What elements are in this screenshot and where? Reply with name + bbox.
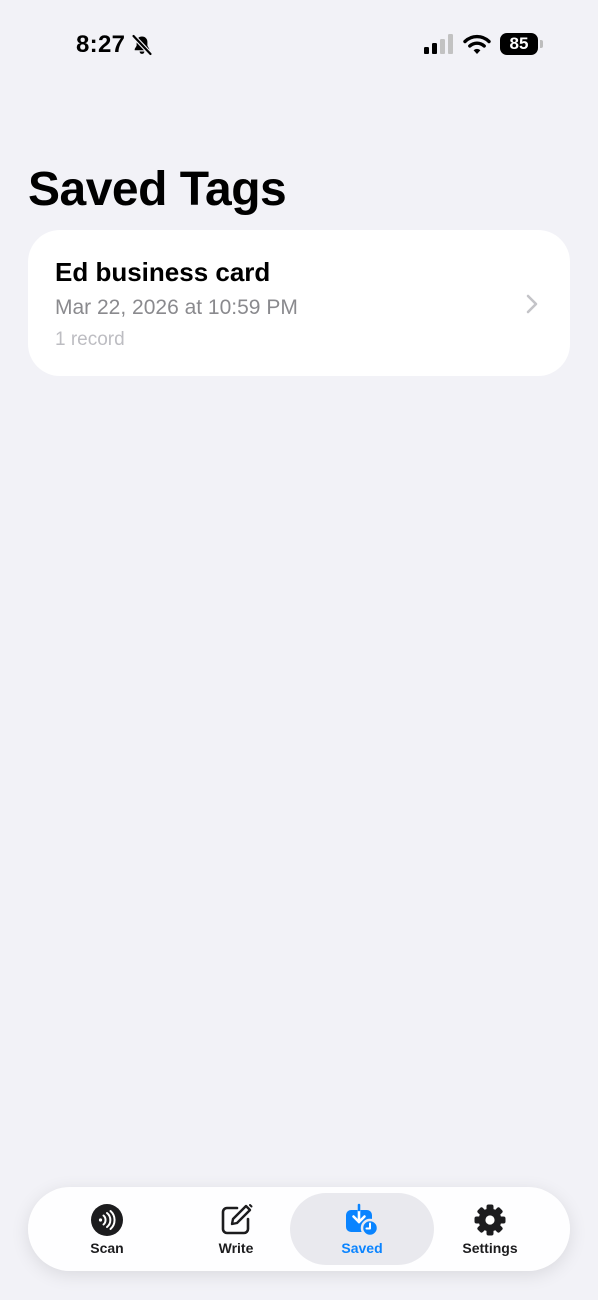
status-bar: 8:27 85: [0, 0, 598, 88]
battery-level: 85: [500, 33, 538, 55]
tab-settings[interactable]: Settings: [428, 1193, 552, 1265]
bell-slash-icon: [131, 33, 153, 57]
tab-scan[interactable]: Scan: [48, 1193, 166, 1265]
tab-saved-label: Saved: [341, 1240, 383, 1256]
status-time: 8:27: [76, 31, 126, 58]
page-title: Saved Tags: [28, 163, 287, 216]
nfc-scan-icon: [91, 1204, 123, 1236]
cellular-signal-icon: [424, 34, 453, 54]
tray-download-icon: [346, 1203, 379, 1237]
tab-scan-label: Scan: [90, 1240, 124, 1256]
compose-icon: [221, 1204, 253, 1235]
tab-bar: Scan Write Saved Settings: [28, 1187, 570, 1271]
saved-tag-row[interactable]: Ed business card Mar 22, 2026 at 10:59 P…: [28, 230, 570, 376]
gear-icon: [474, 1204, 506, 1236]
tag-date: Mar 22, 2026 at 10:59 PM: [55, 296, 298, 319]
wifi-icon: [463, 34, 491, 54]
tab-settings-label: Settings: [462, 1240, 518, 1256]
chevron-right-icon: [526, 294, 538, 314]
tab-write-label: Write: [218, 1240, 254, 1256]
battery-indicator: 85: [500, 33, 544, 55]
tab-write[interactable]: Write: [176, 1193, 296, 1265]
tab-saved[interactable]: Saved: [290, 1193, 434, 1265]
tag-name: Ed business card: [55, 257, 271, 287]
battery-cap: [540, 40, 543, 48]
tag-record-count: 1 record: [55, 329, 125, 350]
